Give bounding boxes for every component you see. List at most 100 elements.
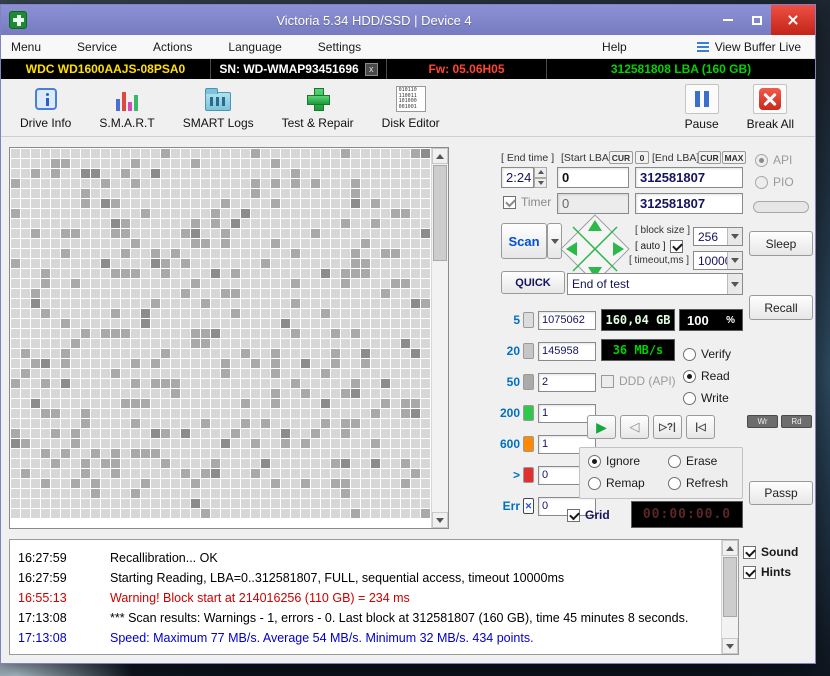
passp-button[interactable]: Passp bbox=[749, 481, 813, 505]
block-cell bbox=[381, 459, 390, 468]
close-button[interactable] bbox=[771, 5, 815, 35]
ignore-radio[interactable]: Ignore bbox=[588, 454, 640, 468]
sound-checkbox[interactable]: Sound bbox=[743, 545, 815, 559]
block-cell bbox=[151, 379, 160, 388]
block-cell bbox=[51, 369, 60, 378]
start-lba-input[interactable]: 0 bbox=[557, 167, 629, 188]
spin-up-icon[interactable] bbox=[534, 167, 547, 178]
back-button[interactable]: ◁ bbox=[620, 415, 649, 439]
titlebar[interactable]: Victoria 5.34 HDD/SSD | Device 4 bbox=[1, 5, 815, 35]
scroll-down-icon[interactable] bbox=[722, 638, 738, 654]
pio-radio[interactable]: PIO bbox=[755, 175, 794, 189]
menu-item-service[interactable]: Service bbox=[77, 40, 117, 54]
refresh-radio[interactable]: Refresh bbox=[668, 476, 728, 490]
refresh-radio-circle[interactable] bbox=[668, 476, 681, 490]
end-time-spinner[interactable] bbox=[534, 167, 547, 188]
maximize-button[interactable] bbox=[742, 5, 771, 35]
map-scrollbar[interactable] bbox=[431, 148, 448, 528]
quick-button[interactable]: QUICK bbox=[501, 271, 565, 294]
verify-radio-circle[interactable] bbox=[683, 347, 696, 361]
block-cell bbox=[411, 339, 420, 348]
block-cell bbox=[361, 309, 370, 318]
block-cell bbox=[31, 259, 40, 268]
pause-button[interactable]: Pause bbox=[676, 82, 728, 133]
block-cell bbox=[241, 269, 250, 278]
log-scroll-thumb[interactable] bbox=[723, 557, 737, 617]
scan-button[interactable]: Scan bbox=[501, 223, 547, 259]
read-radio[interactable]: Read bbox=[683, 369, 730, 383]
grid-checkbox[interactable]: Grid bbox=[567, 508, 610, 522]
ddd-checkbox-box[interactable] bbox=[601, 374, 614, 388]
combo-dropdown-icon[interactable] bbox=[727, 274, 742, 294]
ddd-api-checkbox[interactable]: DDD (API) bbox=[601, 374, 676, 388]
erase-radio-circle[interactable] bbox=[668, 454, 681, 468]
start-button[interactable]: ▶ bbox=[587, 415, 616, 439]
end-time-value[interactable]: 2:24 bbox=[501, 167, 534, 188]
start-lba-cur-button[interactable]: CUR bbox=[609, 151, 633, 164]
remap-radio-circle[interactable] bbox=[588, 476, 601, 490]
write-radio-circle[interactable] bbox=[683, 391, 696, 405]
break-all-button[interactable]: Break All bbox=[738, 82, 803, 133]
grid-checkbox-box[interactable] bbox=[567, 508, 580, 522]
combo-dropdown-icon[interactable] bbox=[727, 252, 742, 269]
timeout-combo[interactable]: 10000 bbox=[693, 251, 743, 270]
write-small-button[interactable]: Wr bbox=[747, 415, 778, 428]
test-repair-button[interactable]: Test & Repair bbox=[273, 83, 363, 132]
end-lba-cur-button[interactable]: CUR bbox=[698, 151, 721, 164]
menu-item-menu[interactable]: Menu bbox=[11, 40, 41, 54]
erase-radio[interactable]: Erase bbox=[668, 454, 717, 468]
lba-count-field[interactable]: 312581807 bbox=[635, 193, 743, 214]
block-cell bbox=[31, 469, 40, 478]
menu-item-language[interactable]: Language bbox=[228, 40, 281, 54]
end-lba-input[interactable]: 312581807 bbox=[635, 167, 743, 188]
map-scroll-thumb[interactable] bbox=[433, 165, 447, 261]
block-cell bbox=[321, 269, 330, 278]
api-radio[interactable]: API bbox=[755, 153, 792, 167]
spin-down-icon[interactable] bbox=[534, 177, 547, 188]
timer-checkbox-box[interactable] bbox=[503, 195, 516, 209]
menu-item-actions[interactable]: Actions bbox=[153, 40, 192, 54]
recall-button[interactable]: Recall bbox=[749, 295, 813, 320]
jump-forward-button[interactable]: ▷?| bbox=[653, 415, 682, 439]
scroll-down-icon[interactable] bbox=[432, 512, 448, 528]
scroll-up-icon[interactable] bbox=[722, 540, 738, 556]
log-scrollbar[interactable] bbox=[721, 540, 738, 654]
drive-info-button[interactable]: Drive Info bbox=[11, 83, 80, 132]
sleep-button[interactable]: Sleep bbox=[749, 231, 813, 256]
ignore-radio-circle[interactable] bbox=[588, 454, 601, 468]
remap-radio[interactable]: Remap bbox=[588, 476, 645, 490]
start-lba-zero-button[interactable]: 0 bbox=[635, 151, 649, 164]
scroll-up-icon[interactable] bbox=[432, 148, 448, 164]
block-cell bbox=[191, 499, 200, 508]
block-cell bbox=[281, 359, 290, 368]
read-radio-circle[interactable] bbox=[683, 369, 696, 383]
block-cell bbox=[141, 379, 150, 388]
view-buffer-live-button[interactable]: View Buffer Live bbox=[696, 40, 801, 54]
api-radio-circle[interactable] bbox=[755, 153, 768, 167]
serial-close-button[interactable]: x bbox=[364, 62, 378, 76]
block-cell bbox=[371, 239, 380, 248]
write-radio[interactable]: Write bbox=[683, 391, 729, 405]
minimize-button[interactable] bbox=[713, 5, 742, 35]
pio-radio-circle[interactable] bbox=[755, 175, 768, 189]
combo-dropdown-icon[interactable] bbox=[727, 228, 742, 245]
read-small-button[interactable]: Rd bbox=[781, 415, 812, 428]
timer-checkbox[interactable]: Timer bbox=[503, 195, 551, 209]
block-cell bbox=[181, 439, 190, 448]
block-size-combo[interactable]: 256 bbox=[693, 227, 743, 246]
menu-item-settings[interactable]: Settings bbox=[318, 40, 361, 54]
smart-logs-button[interactable]: SMART Logs bbox=[174, 83, 263, 132]
block-cell bbox=[281, 269, 290, 278]
auto-checkbox[interactable]: [ auto ] bbox=[635, 240, 683, 253]
end-of-test-combo[interactable]: End of test bbox=[567, 273, 743, 295]
menu-item-help[interactable]: Help bbox=[602, 40, 627, 54]
end-lba-max-button[interactable]: MAX bbox=[722, 151, 746, 164]
sound-checkbox-box[interactable] bbox=[743, 545, 756, 559]
jump-back-button[interactable]: |◁ bbox=[686, 415, 715, 439]
verify-radio[interactable]: Verify bbox=[683, 347, 731, 361]
hints-checkbox[interactable]: Hints bbox=[743, 565, 815, 579]
disk-editor-button[interactable]: 010110 110011 101000 001001 Disk Editor bbox=[373, 83, 449, 132]
hints-checkbox-box[interactable] bbox=[743, 565, 756, 579]
auto-checkbox-box[interactable] bbox=[669, 240, 683, 253]
smart-button[interactable]: S.M.A.R.T bbox=[90, 83, 163, 132]
